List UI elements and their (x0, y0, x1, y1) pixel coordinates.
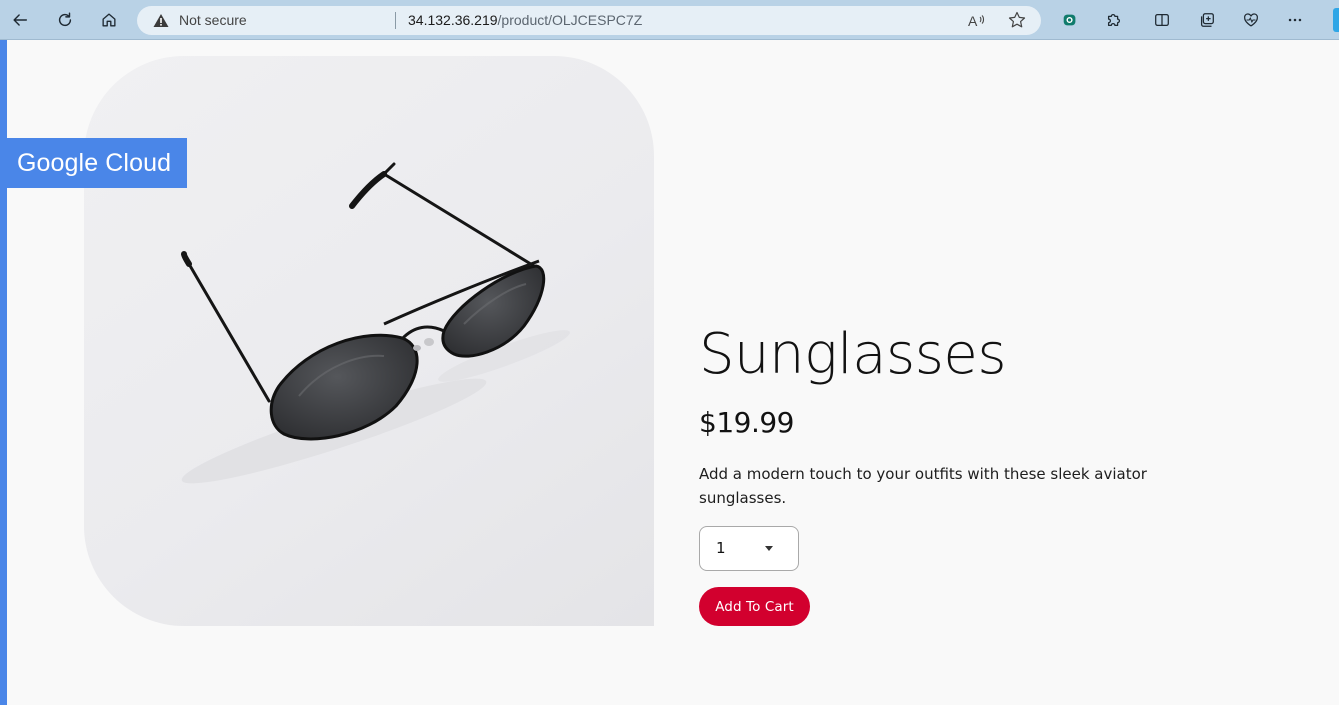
read-aloud-icon[interactable]: A (967, 11, 987, 31)
url-text[interactable]: 34.132.36.219/product/OLJCESPC7Z (408, 12, 642, 28)
quantity-select[interactable]: 1 (699, 526, 799, 571)
address-bar[interactable]: Not secure 34.132.36.219/product/OLJCESP… (137, 6, 1041, 35)
product-description: Add a modern touch to your outfits with … (699, 465, 1147, 507)
google-cloud-badge: Google Cloud (7, 138, 187, 188)
collections-icon[interactable] (1193, 6, 1221, 34)
browser-essentials-icon[interactable] (1237, 6, 1265, 34)
url-host: 34.132.36.219 (408, 12, 498, 28)
back-icon[interactable] (6, 6, 34, 34)
url-path: /product/OLJCESPC7Z (497, 12, 643, 28)
svg-text:A: A (968, 13, 978, 29)
more-menu-icon[interactable] (1281, 6, 1309, 34)
left-accent-bar (0, 40, 7, 705)
split-screen-icon[interactable] (1148, 6, 1176, 34)
product-title: Sunglasses (699, 322, 1007, 387)
copilot-icon[interactable] (1333, 8, 1339, 32)
favorite-star-icon[interactable] (1007, 10, 1027, 30)
security-label[interactable]: Not secure (179, 12, 247, 28)
quantity-value: 1 (716, 539, 726, 557)
extension-badge-icon[interactable] (1056, 6, 1084, 34)
refresh-icon[interactable] (51, 6, 79, 34)
add-to-cart-button[interactable]: Add To Cart (699, 587, 810, 626)
home-icon[interactable] (95, 6, 123, 34)
address-divider (395, 12, 396, 29)
extensions-puzzle-icon[interactable] (1100, 6, 1128, 34)
product-price: $19.99 (699, 406, 794, 439)
chevron-down-icon (765, 546, 773, 551)
browser-toolbar: Not secure 34.132.36.219/product/OLJCESP… (0, 0, 1339, 40)
warning-icon[interactable] (153, 13, 169, 28)
